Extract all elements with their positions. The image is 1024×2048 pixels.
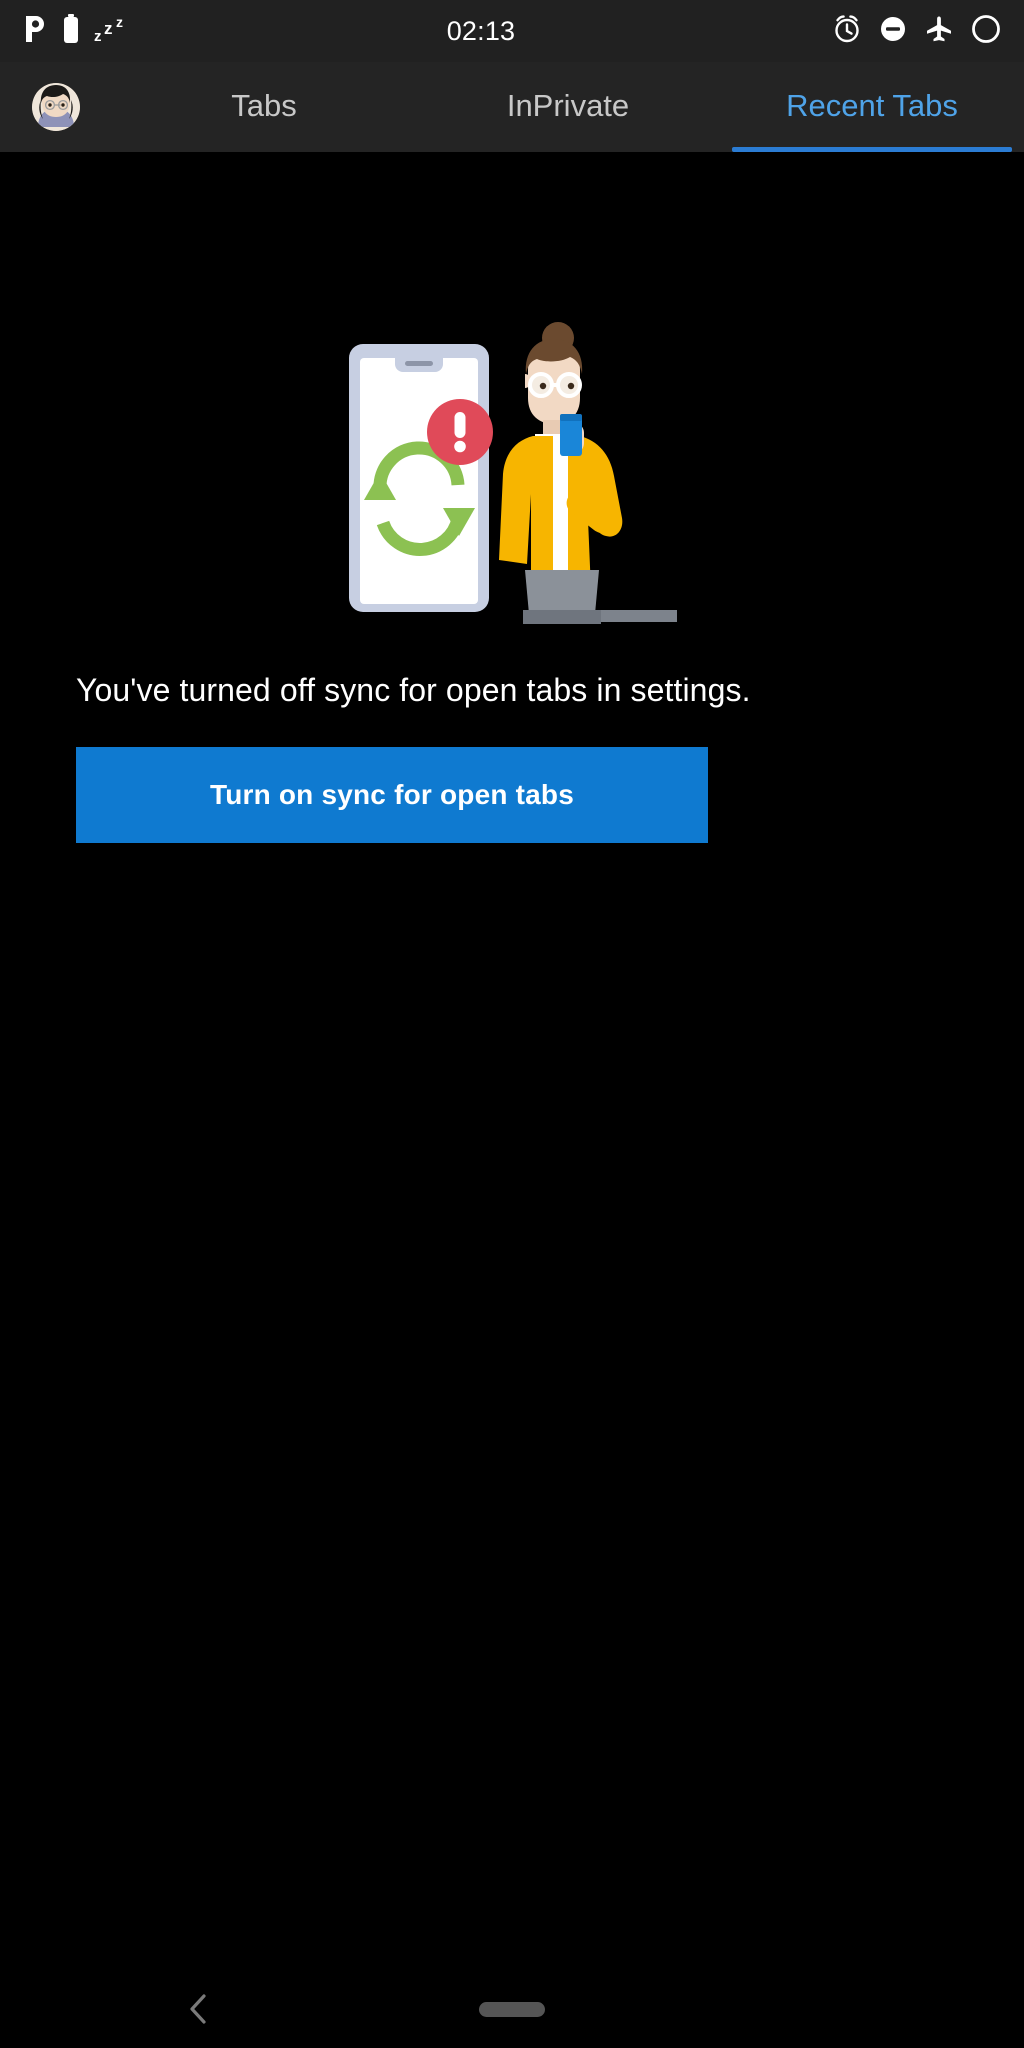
status-bar: z z z 02:13 xyxy=(0,0,1024,62)
svg-text:z: z xyxy=(94,28,102,44)
status-bar-clock: 02:13 xyxy=(446,15,516,46)
empty-state-message: You've turned off sync for open tabs in … xyxy=(76,672,751,708)
status-bar-right-icons xyxy=(832,13,1002,50)
svg-text:z: z xyxy=(116,14,123,30)
alarm-clock-icon xyxy=(832,14,862,49)
status-bar-clock-wrap: 02:13 xyxy=(130,16,832,47)
signal-off-icon xyxy=(970,13,1002,50)
pandora-icon xyxy=(22,14,48,49)
home-pill-button[interactable] xyxy=(479,2002,545,2017)
battery-icon xyxy=(62,13,80,49)
profile-avatar-button[interactable] xyxy=(0,83,112,131)
browser-tab-bar: Tabs InPrivate Recent Tabs xyxy=(0,62,1024,152)
tab-list: Tabs InPrivate Recent Tabs xyxy=(112,62,1024,152)
tab-recent-tabs[interactable]: Recent Tabs xyxy=(720,62,1024,152)
status-bar-left-icons: z z z xyxy=(22,13,130,49)
avatar[interactable] xyxy=(32,83,80,131)
svg-text:z: z xyxy=(104,19,113,38)
sync-error-illustration xyxy=(0,307,1024,627)
tab-recent-tabs-label: Recent Tabs xyxy=(786,87,958,123)
android-navigation-bar xyxy=(0,1970,1024,2048)
chevron-left-icon xyxy=(190,1994,206,2024)
turn-on-sync-button[interactable]: Turn on sync for open tabs xyxy=(76,747,708,843)
tab-tabs[interactable]: Tabs xyxy=(112,62,416,152)
recent-tabs-empty-state: You've turned off sync for open tabs in … xyxy=(0,152,1024,1970)
do-not-disturb-icon xyxy=(878,14,908,49)
tab-inprivate[interactable]: InPrivate xyxy=(416,62,720,152)
sync-error-illustration-svg xyxy=(349,322,677,624)
tab-tabs-label: Tabs xyxy=(231,87,297,123)
sleep-mode-icon: z z z xyxy=(94,14,130,49)
back-button[interactable] xyxy=(175,1985,223,2033)
tab-inprivate-label: InPrivate xyxy=(506,87,630,123)
airplane-mode-icon xyxy=(924,14,954,49)
